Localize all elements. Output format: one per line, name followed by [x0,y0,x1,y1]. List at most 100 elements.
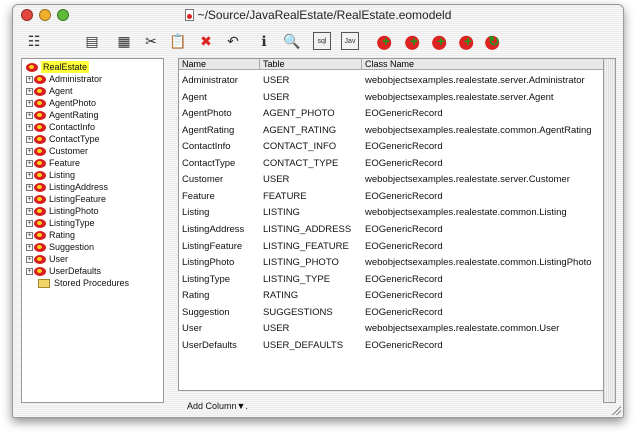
tree-item[interactable]: + ContactInfo [26,121,95,133]
browse-data-icon[interactable]: 🔍 [283,32,301,50]
info-icon[interactable]: ℹ [255,32,273,50]
tree-item[interactable]: + AgentRating [26,109,99,121]
entity-icon [34,134,46,144]
cell-name: AgentRating [182,124,235,136]
expand-icon[interactable]: + [26,267,33,275]
expand-icon[interactable]: + [26,87,33,95]
expand-icon[interactable]: + [26,123,33,131]
table-row[interactable]: Agent USER webobjectsexamples.realestate.s… [179,90,604,106]
cell-class-name: EOGenericRecord [365,157,443,169]
tree-item-label: ListingFeature [49,194,107,204]
table-row[interactable]: ListingFeature LISTING_FEATURE EOGenericRe… [179,239,604,255]
column-header-name[interactable]: Name [179,59,260,70]
tree-item[interactable]: + AgentPhoto [26,97,96,109]
copy-icon[interactable]: ▤ [83,32,101,50]
expand-icon[interactable]: + [26,99,33,107]
model-tree[interactable]: RealEstate + Administrator + Agent + AgentPhot… [21,58,164,403]
vertical-scrollbar[interactable] [603,58,616,403]
expand-icon[interactable]: + [26,171,33,179]
tree-item-label: Suggestion [49,242,95,252]
entity-table[interactable]: Name Table Class Name Administrator USER w… [178,58,604,391]
table-row[interactable]: ListingType LISTING_TYPE EOGenericRecord [179,272,604,288]
table-row[interactable]: Feature FEATURE EOGenericRecord [179,189,604,205]
tree-item-label: UserDefaults [49,266,102,276]
table-row[interactable]: Suggestion SUGGESTIONS EOGenericRecord [179,305,604,321]
tree-item[interactable]: + ListingAddress [26,181,108,193]
tree-item[interactable]: + ContactType [26,133,100,145]
table-row[interactable]: UserDefaults USER_DEFAULTS EOGenericRecord [179,338,604,354]
delete-icon[interactable]: ✖ [197,32,215,50]
expand-icon[interactable]: + [26,75,33,83]
table-row[interactable]: User USER webobjectsexamples.realestate.co… [179,321,604,337]
cell-name: ContactInfo [182,141,231,153]
table-row[interactable]: Rating RATING EOGenericRecord [179,288,604,304]
tree-item[interactable]: + Suggestion [26,241,94,253]
add-attribute-icon[interactable]: + [405,32,423,50]
view-mode-icon[interactable]: ☷ [25,32,43,50]
tree-item-label: Customer [49,146,89,156]
table-row[interactable]: ListingAddress LISTING_ADDRESS EOGenericRe… [179,222,604,238]
tree-item[interactable]: + Feature [26,157,80,169]
tree-item-label: ContactInfo [49,122,96,132]
cell-name: ListingPhoto [182,257,235,269]
entity-icon [34,146,46,156]
add-fetch-spec-icon[interactable]: + [459,32,477,50]
table-row[interactable]: Administrator USER webobjectsexamples.real… [179,73,604,89]
cut-icon[interactable]: ✂ [142,32,160,50]
table-row[interactable]: ListingPhoto LISTING_PHOTO webobjectsexamp… [179,255,604,271]
java-icon[interactable]: Jav [341,32,359,50]
expand-icon[interactable]: + [26,183,33,191]
expand-icon[interactable]: + [26,219,33,227]
folder-icon [38,278,50,288]
expand-icon[interactable]: + [26,207,33,215]
expand-icon[interactable]: + [26,255,33,263]
table-row[interactable]: AgentPhoto AGENT_PHOTO EOGenericRecord [179,106,604,122]
tree-item[interactable]: + ListingType [26,217,95,229]
resize-grip[interactable] [611,405,621,415]
tree-root[interactable]: RealEstate [26,61,90,73]
expand-icon[interactable]: + [26,243,33,251]
column-header-class-name[interactable]: Class Name [362,59,605,70]
add-entity-icon[interactable]: + [377,32,395,50]
tree-item[interactable]: + User [26,253,68,265]
cell-name: Customer [182,174,224,186]
cell-table: LISTING_TYPE [263,273,331,285]
tree-item-stored-procedures[interactable]: Stored Procedures [26,277,129,289]
table-row[interactable]: AgentRating AGENT_RATING webobjectsexample… [179,123,604,139]
tree-item[interactable]: + ListingFeature [26,193,106,205]
cell-class-name: webobjectsexamples.realestate.server.Cus… [365,174,570,186]
tree-item[interactable]: + Listing [26,169,75,181]
cell-table: LISTING_FEATURE [263,240,349,252]
table-row[interactable]: Customer USER webobjectsexamples.realestat… [179,172,604,188]
tree-item-label: Agent [49,86,73,96]
cell-table: FEATURE [263,190,307,202]
cell-name: UserDefaults [182,339,237,351]
undo-icon[interactable]: ↶ [224,32,242,50]
expand-icon[interactable]: + [26,135,33,143]
expand-icon[interactable]: + [26,159,33,167]
tree-item[interactable]: + ListingPhoto [26,205,99,217]
expand-icon[interactable]: + [26,231,33,239]
paste-icon[interactable]: ▦ [115,32,133,50]
add-column-button[interactable]: Add Column▼. [187,401,248,411]
add-stored-procedure-icon[interactable]: ↻ [485,32,503,50]
add-relationship-icon[interactable]: + [432,32,450,50]
cell-name: Listing [182,207,210,219]
tree-item[interactable]: + UserDefaults [26,265,101,277]
tree-item[interactable]: + Rating [26,229,75,241]
table-row[interactable]: ContactType CONTACT_TYPE EOGenericRecord [179,156,604,172]
table-row[interactable]: Listing LISTING webobjectsexamples.realest… [179,205,604,221]
entity-icon [34,74,46,84]
cell-class-name: webobjectsexamples.realestate.common.Lis… [365,257,592,269]
tree-item[interactable]: + Customer [26,145,88,157]
expand-icon[interactable]: + [26,111,33,119]
tree-item[interactable]: + Administrator [26,73,102,85]
cell-table: USER [263,91,290,103]
sql-icon[interactable]: sql [313,32,331,50]
clipboard-icon[interactable]: 📋 [169,32,187,50]
column-header-table[interactable]: Table [260,59,362,70]
expand-icon[interactable]: + [26,147,33,155]
table-row[interactable]: ContactInfo CONTACT_INFO EOGenericRecord [179,139,604,155]
expand-icon[interactable]: + [26,195,33,203]
tree-item[interactable]: + Agent [26,85,73,97]
